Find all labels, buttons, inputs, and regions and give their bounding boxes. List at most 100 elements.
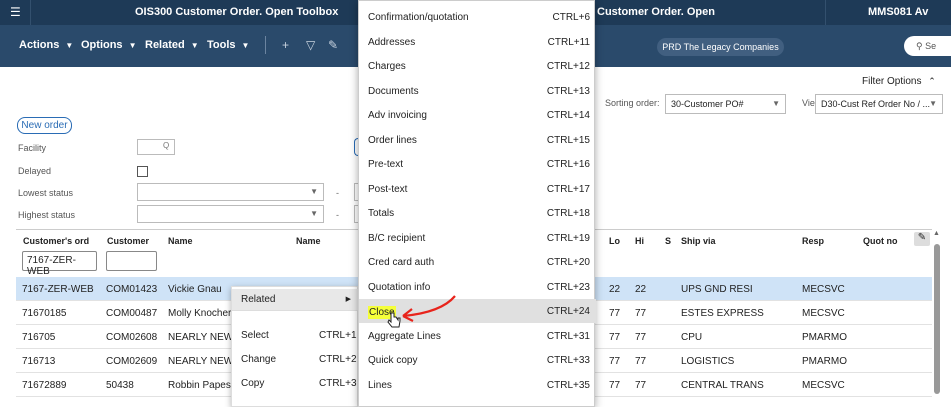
related-item-shortcut: CTRL+13	[546, 85, 590, 97]
related-item-shortcut: CTRL+12	[546, 61, 590, 72]
view-select[interactable]: D30-Cust Ref Order No / ... ▼	[815, 94, 943, 114]
lowest-status-select[interactable]: ▼	[137, 183, 324, 201]
cust-ord-filter-input[interactable]: 7167-ZER-WEB	[22, 251, 97, 277]
hand-cursor-icon	[387, 312, 401, 328]
column-header-hi[interactable]: Hi	[635, 236, 644, 246]
related-item-shortcut: CTRL+31	[546, 330, 590, 342]
column-header-name[interactable]: Name	[168, 236, 193, 246]
related-item-shortcut: CTRL+24	[546, 306, 590, 317]
related-item-shortcut: CTRL+35	[546, 379, 590, 391]
related-item-label: Aggregate Lines	[368, 330, 441, 342]
lowest-status-label: Lowest status	[18, 188, 74, 198]
facility-field[interactable]: Q	[137, 139, 175, 155]
delayed-label: Delayed	[18, 166, 52, 176]
related-item-post-text[interactable]: Post-text CTRL+17	[359, 177, 596, 201]
related-item-label: Documents	[368, 85, 419, 97]
window-title-tertiary: MMS081 Av	[868, 6, 929, 18]
related-item-quick-copy[interactable]: Quick copy CTRL+33	[359, 348, 596, 372]
actions-menu[interactable]: Actions ▼	[19, 39, 73, 51]
cell-hi: 77	[635, 380, 647, 391]
cell-ship-via: ESTES EXPRESS	[681, 308, 764, 319]
scroll-thumb[interactable]	[934, 244, 940, 394]
plus-icon[interactable]: +	[282, 38, 289, 52]
related-item-adv-invoicing[interactable]: Adv invoicing CTRL+14	[359, 103, 596, 127]
sorting-order-select[interactable]: 30-Customer PO# ▼	[665, 94, 786, 114]
cell-hi: 77	[635, 356, 647, 367]
annotation-arrow	[402, 295, 456, 322]
cell-ship-via: CENTRAL TRANS	[681, 380, 764, 391]
cell-customer: COM02609	[106, 356, 158, 367]
cell-hi: 77	[635, 332, 647, 343]
vertical-scrollbar[interactable]: ▲	[932, 230, 942, 407]
tools-menu[interactable]: Tools ▼	[207, 39, 249, 51]
highest-status-label: Highest status	[18, 210, 76, 220]
scroll-up-icon[interactable]: ▲	[933, 230, 940, 237]
related-menu-button[interactable]: Related ▼	[145, 39, 199, 51]
context-menu-change[interactable]: Change CTRL+2	[232, 349, 359, 371]
column-header-resp[interactable]: Resp	[802, 236, 824, 246]
company-badge[interactable]: PRD The Legacy Companies	[657, 38, 784, 56]
cell-lo: 77	[609, 308, 621, 319]
context-menu-select[interactable]: Select CTRL+1	[232, 325, 359, 347]
cell-resp: MECSVC	[802, 308, 845, 319]
column-header-lo[interactable]: Lo	[609, 236, 620, 246]
highest-status-select[interactable]: ▼	[137, 205, 324, 223]
related-item-confirmation-quotation[interactable]: Confirmation/quotation CTRL+6	[359, 5, 596, 29]
related-item-shortcut: CTRL+6	[552, 12, 590, 23]
context-menu-copy[interactable]: Copy CTRL+3	[232, 373, 359, 395]
related-item-shortcut: CTRL+17	[546, 183, 590, 195]
related-item-shortcut: CTRL+16	[546, 159, 590, 170]
chevron-up-icon: ⌃	[928, 76, 936, 86]
cell-lo: 77	[609, 380, 621, 391]
cell-cust-ord: 71672889	[22, 380, 67, 391]
related-submenu: Confirmation/quotation CTRL+6 Addresses CTR…	[358, 0, 596, 407]
delayed-checkbox[interactable]	[137, 166, 148, 177]
customer-filter-input[interactable]	[106, 251, 157, 271]
related-item-shortcut: CTRL+18	[546, 208, 590, 219]
divider	[232, 310, 359, 311]
filter-options-toggle[interactable]: Filter Options ⌃	[862, 76, 936, 87]
cell-ship-via: CPU	[681, 332, 703, 343]
related-item-label: Quick copy	[368, 355, 418, 366]
cell-resp: MECSVC	[802, 284, 845, 295]
cell-cust-ord: 716713	[22, 356, 56, 367]
cell-customer: COM01423	[106, 284, 158, 295]
related-item-lines[interactable]: Lines CTRL+35	[359, 373, 596, 397]
cell-lo: 77	[609, 356, 621, 367]
edit-columns-icon[interactable]: ✎	[914, 232, 930, 246]
column-header-s[interactable]: S	[665, 236, 671, 246]
options-menu[interactable]: Options ▼	[81, 39, 136, 51]
new-order-button[interactable]: New order	[17, 117, 72, 134]
related-item-pre-text[interactable]: Pre-text CTRL+16	[359, 152, 596, 176]
context-menu-related[interactable]: Related ▶	[232, 289, 359, 311]
facility-label: Facility	[18, 143, 47, 153]
column-header-quot-no[interactable]: Quot no	[863, 236, 898, 246]
column-header-ship-via[interactable]: Ship via	[681, 236, 716, 246]
chevron-down-icon: ▼	[929, 99, 937, 108]
column-header-customer[interactable]: Customer	[107, 236, 149, 246]
cell-cust-ord: 716705	[22, 332, 56, 343]
cell-lo: 22	[609, 284, 621, 295]
filter-icon[interactable]: ▽	[306, 38, 315, 52]
related-item-order-lines[interactable]: Order lines CTRL+15	[359, 128, 596, 152]
cell-cust-ord: 7167-ZER-WEB	[22, 284, 94, 295]
edit-icon[interactable]: ✎	[328, 38, 338, 52]
related-item-label: Quotation info	[368, 281, 431, 293]
hamburger-icon[interactable]: ☰	[10, 5, 21, 19]
divider	[265, 36, 266, 54]
column-header-name-2[interactable]: Name	[296, 236, 321, 246]
related-item-b-c-recipient[interactable]: B/C recipient CTRL+19	[359, 226, 596, 250]
cell-hi: 77	[635, 308, 647, 319]
related-item-charges[interactable]: Charges CTRL+12	[359, 54, 596, 78]
related-item-cred-card-auth[interactable]: Cred card auth CTRL+20	[359, 250, 596, 274]
range-dash: -	[336, 188, 339, 198]
related-item-addresses[interactable]: Addresses CTRL+11	[359, 30, 596, 54]
related-item-totals[interactable]: Totals CTRL+18	[359, 201, 596, 225]
search-input[interactable]: ⚲ Se	[904, 36, 951, 56]
related-item-documents[interactable]: Documents CTRL+13	[359, 79, 596, 103]
cell-ship-via: LOGISTICS	[681, 356, 735, 367]
column-header-cust-ord[interactable]: Customer's ord	[23, 236, 89, 246]
window-title-secondary: Customer Order. Open	[597, 6, 715, 18]
related-item-label: Pre-text	[368, 159, 404, 170]
related-item-label: Confirmation/quotation	[368, 12, 469, 23]
